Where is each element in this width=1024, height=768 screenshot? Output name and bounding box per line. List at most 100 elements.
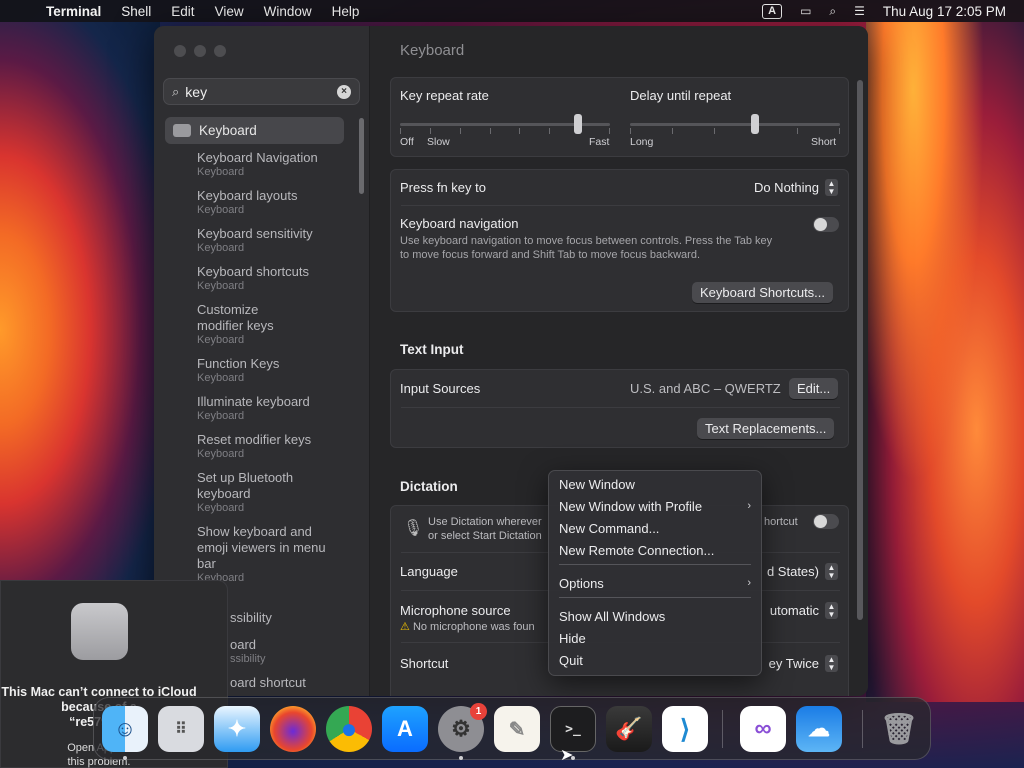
settings-search-field[interactable]: ⌕ key × — [163, 78, 360, 105]
sidebar-result[interactable]: Keyboard shortcuts Keyboard — [197, 264, 309, 293]
sidebar-result[interactable]: ssibility — [230, 610, 272, 626]
menu-window[interactable]: Window — [254, 4, 322, 19]
dictation-shortcut-popup[interactable]: ey Twice ▲ ▼ — [769, 655, 838, 672]
key-repeat-label: Key repeat rate — [400, 88, 489, 103]
result-category: Keyboard — [197, 280, 245, 292]
settings-notification-badge: 1 — [470, 703, 487, 720]
fn-key-popup[interactable]: Do Nothing ▲ ▼ — [754, 179, 838, 196]
menu-item-hide[interactable]: Hide — [559, 628, 751, 648]
safari-icon[interactable]: ✦ — [214, 706, 260, 752]
finder-icon[interactable]: ☺ — [102, 706, 148, 752]
fn-key-value: Do Nothing — [753, 180, 819, 195]
menu-item-new-command[interactable]: New Command... — [559, 518, 751, 538]
menu-bar: Terminal Shell Edit View Window Help A ▭… — [0, 0, 1024, 22]
visual-studio-icon[interactable]: ∞ — [740, 706, 786, 752]
weather-icon[interactable]: ☁ — [796, 706, 842, 752]
dictation-desc-1: Use Dictation wherever — [428, 516, 542, 528]
spotlight-search-icon[interactable]: ⌕ — [829, 4, 836, 19]
content-scrollbar[interactable] — [857, 80, 863, 620]
result-title: ssibility — [230, 610, 272, 625]
sidebar-item-keyboard[interactable]: Keyboard — [165, 117, 344, 144]
minimize-window-icon[interactable] — [194, 45, 206, 57]
menu-item-new-remote-connection[interactable]: New Remote Connection... — [559, 540, 751, 560]
result-title: oard — [230, 637, 257, 652]
menu-item-quit[interactable]: Quit — [559, 650, 751, 670]
result-title: Function Keys — [197, 356, 280, 371]
sidebar-result[interactable]: Illuminate keyboard Keyboard — [197, 394, 310, 423]
text-replacements-button[interactable]: Text Replacements... — [697, 418, 835, 439]
screen-mirroring-icon[interactable]: ▭ — [800, 4, 811, 18]
zoom-window-icon[interactable] — [214, 45, 226, 57]
delay-repeat-slider[interactable] — [630, 114, 840, 136]
firefox-icon[interactable] — [270, 706, 316, 752]
app-store-icon[interactable]: A — [382, 706, 428, 752]
slider-tick — [630, 128, 631, 134]
chevron-right-icon: › — [747, 577, 751, 589]
keyboard-shortcuts-button[interactable]: Keyboard Shortcuts... — [692, 282, 834, 303]
garageband-icon[interactable]: 🎸 — [606, 706, 652, 752]
microphone-source-popup[interactable]: utomatic ▲ ▼ — [770, 602, 838, 619]
close-window-icon[interactable] — [174, 45, 186, 57]
menu-shell[interactable]: Shell — [111, 4, 161, 19]
input-sources-label: Input Sources — [400, 381, 481, 396]
result-category: Keyboard — [197, 242, 245, 254]
sidebar-result[interactable]: Keyboard layouts Keyboard — [197, 188, 297, 217]
result-title-line3: bar — [197, 556, 216, 571]
menu-item-new-window-with-profile[interactable]: New Window with Profile › — [559, 496, 751, 516]
menu-item-show-all-windows[interactable]: Show All Windows — [559, 606, 751, 626]
slider-knob[interactable] — [574, 114, 582, 134]
slider-min-off: Off — [400, 136, 414, 148]
dock: ☺ ⠿ ✦ ● A ⚙ 1 ✎ >_ 🎸 ⟩ ∞ ☁ 🗑 — [93, 697, 931, 760]
keyboard-navigation-desc-1: Use keyboard navigation to move focus be… — [400, 235, 773, 247]
sidebar-result[interactable]: Set up Bluetooth keyboard Keyboard — [197, 470, 293, 515]
dictation-shortcut-partial: hortcut — [764, 516, 798, 528]
dictation-desc-2: or select Start Dictation — [428, 530, 542, 542]
control-center-icon[interactable]: ☰ — [854, 4, 865, 18]
input-source-icon[interactable]: A — [762, 3, 783, 19]
menu-item-label: New Window with Profile — [559, 498, 703, 514]
result-title-line2: emoji viewers in menu — [197, 540, 326, 555]
menu-item-label: Quit — [559, 652, 583, 668]
menu-item-new-window[interactable]: New Window — [559, 474, 751, 494]
vs-code-icon[interactable]: ⟩ — [662, 706, 708, 752]
sidebar-result[interactable]: Keyboard Navigation Keyboard — [197, 150, 318, 179]
slider-tick — [549, 128, 550, 134]
sidebar-result[interactable]: Function Keys Keyboard — [197, 356, 279, 385]
clear-search-icon[interactable]: × — [337, 84, 351, 99]
dictation-toggle[interactable] — [813, 514, 839, 529]
sidebar-result[interactable]: oard shortcut — [230, 675, 306, 691]
sidebar-result[interactable]: Customize modifier keys Keyboard — [197, 302, 274, 347]
warning-icon: ⚠ — [400, 621, 410, 633]
sidebar-result[interactable]: Show keyboard and emoji viewers in menu … — [197, 524, 326, 585]
menu-view[interactable]: View — [205, 4, 254, 19]
sidebar-result[interactable]: Keyboard sensitivity Keyboard — [197, 226, 313, 255]
menu-item-options[interactable]: Options › — [559, 573, 751, 593]
edit-input-sources-button[interactable]: Edit... — [789, 378, 839, 399]
search-input[interactable]: key — [185, 84, 207, 100]
sidebar-result[interactable]: Reset modifier keys Keyboard — [197, 432, 311, 461]
menu-app-name[interactable]: Terminal — [42, 4, 111, 19]
microphone-warning-text: No microphone was foun — [412, 621, 535, 633]
window-controls — [174, 45, 226, 57]
sidebar-scrollbar[interactable] — [359, 118, 364, 194]
launchpad-icon[interactable]: ⠿ — [158, 706, 204, 752]
slider-label-fast: Fast — [589, 136, 610, 148]
divider — [401, 205, 840, 206]
menu-clock[interactable]: Thu Aug 17 2:05 PM — [883, 4, 1006, 19]
textedit-icon[interactable]: ✎ — [494, 706, 540, 752]
menu-item-label: Options — [559, 575, 604, 591]
microphone-source-label: Microphone source — [400, 603, 511, 618]
slider-tick — [490, 128, 491, 134]
trash-icon[interactable]: 🗑 — [876, 706, 922, 752]
divider — [401, 407, 840, 408]
delay-label: Delay until repeat — [630, 88, 732, 103]
slider-tick — [839, 128, 840, 134]
chrome-icon[interactable]: ● — [326, 706, 372, 752]
sidebar-result[interactable]: oard ssibility — [230, 637, 265, 666]
slider-knob[interactable] — [751, 114, 759, 134]
keyboard-navigation-toggle[interactable] — [813, 217, 839, 232]
menu-help[interactable]: Help — [322, 4, 370, 19]
dictation-language-popup[interactable]: d States) ▲ ▼ — [767, 563, 838, 580]
menu-edit[interactable]: Edit — [161, 4, 204, 19]
key-repeat-slider[interactable] — [400, 114, 610, 136]
